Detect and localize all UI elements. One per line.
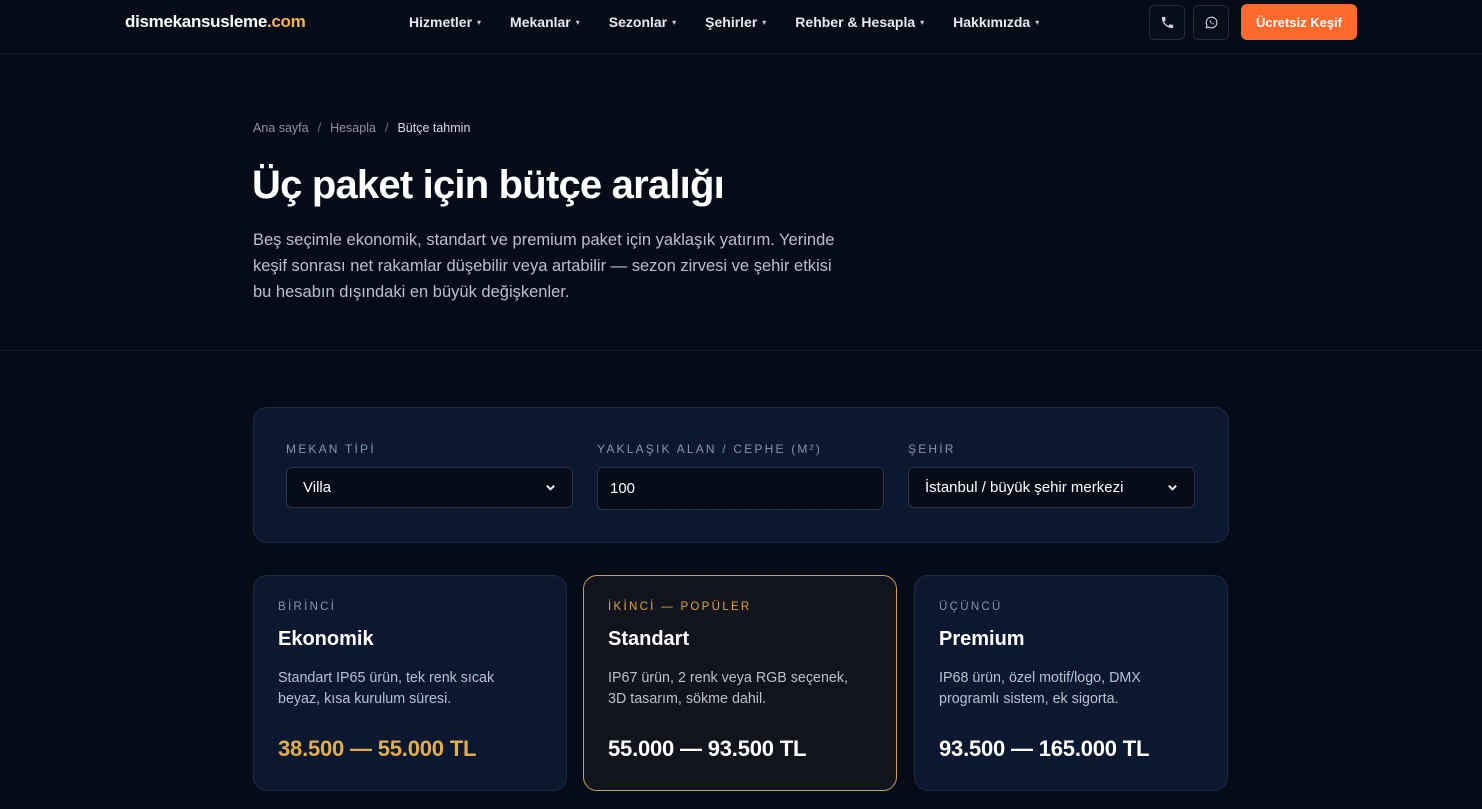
budget-form-panel: MEKAN TİPİ Villa YAKLAŞIK ALAN / CEPHE (… [253, 407, 1229, 543]
whatsapp-icon [1205, 16, 1217, 29]
logo-main-text: dismekansusleme [125, 12, 267, 31]
menu-item-sehirler[interactable]: Şehirler ▾ [705, 14, 766, 30]
package-price: 38.500 — 55.000 TL [278, 736, 477, 761]
package-card-economic: BİRİNCİ Ekonomik Standart IP65 ürün, tek… [253, 575, 567, 791]
venue-type-select[interactable]: Villa [286, 467, 573, 508]
area-label: YAKLAŞIK ALAN / CEPHE (M²) [597, 442, 823, 456]
city-field: ŞEHİR İstanbul / büyük şehir merkezi [908, 442, 1195, 508]
menu-item-label: Hakkımızda [953, 14, 1031, 30]
hero-section: Ana sayfa / Hesapla / Bütçe tahmin Üç pa… [0, 55, 1482, 351]
menu-item-label: Rehber & Hesapla [795, 14, 916, 30]
site-logo[interactable]: dismekansusleme.com [125, 12, 306, 32]
venue-type-value: Villa [303, 479, 332, 496]
venue-type-field: MEKAN TİPİ Villa [286, 442, 573, 508]
menu-item-label: Şehirler [705, 14, 758, 30]
phone-icon [1161, 16, 1173, 29]
menu-item-hakkimizda[interactable]: Hakkımızda ▾ [953, 14, 1039, 30]
whatsapp-button[interactable] [1193, 5, 1229, 40]
menu-item-label: Sezonlar [608, 14, 668, 30]
top-navigation: dismekansusleme.com Hizmetler ▾ Mekanlar… [0, 0, 1482, 54]
caret-down-icon: ▾ [477, 17, 482, 27]
phone-button[interactable] [1149, 5, 1185, 40]
menu-item-rehber-hesapla[interactable]: Rehber & Hesapla ▾ [795, 14, 924, 30]
city-value: İstanbul / büyük şehir merkezi [925, 479, 1124, 496]
city-select[interactable]: İstanbul / büyük şehir merkezi [908, 467, 1195, 508]
free-survey-button[interactable]: Ücretsiz Keşif [1241, 4, 1357, 40]
area-input[interactable]: 100 [597, 467, 884, 510]
package-card-standard: İKİNCİ — POPÜLER Standart IP67 ürün, 2 r… [583, 575, 897, 791]
caret-down-icon: ▾ [575, 17, 580, 27]
venue-type-label: MEKAN TİPİ [286, 442, 376, 456]
area-field: YAKLAŞIK ALAN / CEPHE (M²) 100 [597, 442, 884, 510]
breadcrumb: Ana sayfa / Hesapla / Bütçe tahmin [253, 121, 470, 135]
menu-item-hizmetler[interactable]: Hizmetler ▾ [409, 14, 481, 30]
package-tag: ÜÇÜNCÜ [939, 601, 1003, 613]
logo-tld-text: .com [266, 12, 306, 31]
caret-down-icon: ▾ [672, 17, 677, 27]
package-description: IP67 ürün, 2 renk veya RGB seçenek, 3D t… [608, 670, 848, 707]
menu-item-mekanlar[interactable]: Mekanlar ▾ [510, 14, 580, 30]
caret-down-icon: ▾ [920, 17, 925, 27]
package-name: Standart [608, 628, 690, 650]
city-label: ŞEHİR [908, 442, 956, 456]
package-description: IP68 ürün, özel motif/logo, DMX programl… [939, 670, 1141, 707]
chevron-down-icon [1168, 485, 1177, 491]
package-price: 93.500 — 165.000 TL [939, 736, 1150, 761]
package-name: Premium [939, 628, 1025, 650]
breadcrumb-separator: / [384, 121, 389, 135]
breadcrumb-section-link[interactable]: Hesapla [330, 121, 376, 135]
package-price: 55.000 — 93.500 TL [608, 736, 807, 761]
page-lead-text: Beş seçimle ekonomik, standart ve premiu… [253, 231, 835, 301]
package-name: Ekonomik [278, 628, 374, 650]
package-tag: İKİNCİ — POPÜLER [608, 601, 752, 613]
chevron-down-icon [546, 485, 555, 491]
menu-item-label: Mekanlar [510, 14, 571, 30]
menu-item-label: Hizmetler [409, 14, 473, 30]
package-description: Standart IP65 ürün, tek renk sıcak beyaz… [278, 670, 495, 707]
package-card-premium: ÜÇÜNCÜ Premium IP68 ürün, özel motif/log… [914, 575, 1228, 791]
breadcrumb-current: Bütçe tahmin [397, 121, 471, 135]
caret-down-icon: ▾ [762, 17, 767, 27]
breadcrumb-home-link[interactable]: Ana sayfa [253, 121, 309, 135]
package-tag: BİRİNCİ [278, 601, 337, 613]
menu-item-sezonlar[interactable]: Sezonlar ▾ [609, 14, 676, 30]
page-title: Üç paket için bütçe aralığı [252, 163, 725, 207]
area-value: 100 [610, 480, 636, 497]
caret-down-icon: ▾ [1035, 17, 1040, 27]
main-menu: Hizmetler ▾ Mekanlar ▾ Sezonlar ▾ Şehirl… [409, 0, 1068, 44]
breadcrumb-separator: / [317, 121, 322, 135]
